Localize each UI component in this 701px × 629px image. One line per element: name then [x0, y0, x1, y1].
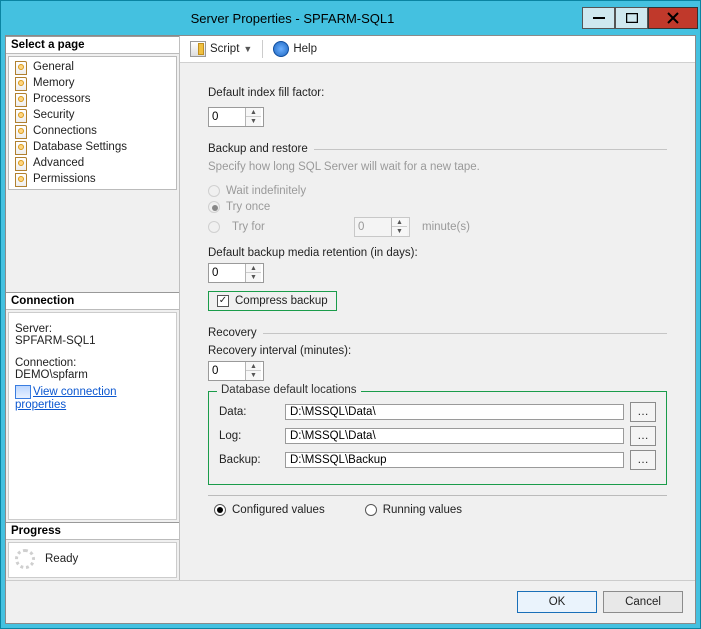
page-item-general[interactable]: General [11, 59, 174, 75]
spin-down-icon[interactable]: ▼ [246, 273, 261, 282]
data-label: Data: [219, 406, 279, 418]
titlebar[interactable]: Server Properties - SPFARM-SQL1 [3, 3, 698, 33]
connection-label: Connection: [15, 351, 170, 369]
page-item-processors[interactable]: Processors [11, 91, 174, 107]
recovery-spin[interactable]: ▲▼ [245, 362, 261, 380]
connection-header: Connection [6, 292, 179, 310]
db-default-locations-group: Database default locations Data: … Log: … [208, 391, 667, 485]
try-for-input: ▲▼ [354, 217, 410, 237]
fill-spin[interactable]: ▲▼ [245, 108, 261, 126]
connection-value: DEMO\spfarm [15, 369, 170, 385]
checkbox-icon: ✓ [217, 295, 229, 307]
page-icon [13, 124, 29, 138]
configured-values-radio[interactable]: Configured values [214, 504, 325, 516]
backup-hint: Specify how long SQL Server will wait fo… [208, 161, 667, 173]
try-once-radio: Try once [208, 199, 667, 215]
wait-indefinitely-radio: Wait indefinitely [208, 183, 667, 199]
retention-label: Default backup media retention (in days)… [208, 247, 667, 259]
fill-factor-field[interactable] [209, 108, 245, 126]
radio-icon [208, 221, 220, 233]
dialog-footer: OK Cancel [6, 581, 695, 623]
recovery-interval-field[interactable] [209, 362, 245, 380]
page-item-advanced[interactable]: Advanced [11, 155, 174, 171]
script-button[interactable]: Script▼ [186, 39, 256, 59]
try-for-field [355, 218, 391, 236]
spin-down-icon: ▼ [392, 227, 407, 236]
radio-icon [208, 185, 220, 197]
recovery-header: Recovery [208, 327, 257, 339]
help-button[interactable]: Help [269, 39, 321, 59]
page-item-permissions[interactable]: Permissions [11, 171, 174, 187]
spin-down-icon[interactable]: ▼ [246, 117, 261, 126]
dialog-body: Select a page General Memory Processors … [5, 35, 696, 624]
spin-up-icon[interactable]: ▲ [246, 108, 261, 117]
page-icon [13, 108, 29, 122]
content-pane: Script▼ Help Default index fill factor: … [180, 36, 695, 580]
backup-browse-button[interactable]: … [630, 450, 656, 470]
server-value: SPFARM-SQL1 [15, 335, 170, 351]
fill-factor-label: Default index fill factor: [208, 87, 667, 99]
caret-down-icon: ▼ [243, 44, 252, 54]
page-item-database-settings[interactable]: Database Settings [11, 139, 174, 155]
page-item-memory[interactable]: Memory [11, 75, 174, 91]
script-icon [190, 41, 206, 57]
sidebar: Select a page General Memory Processors … [6, 36, 180, 580]
progress-header: Progress [6, 522, 179, 540]
radio-icon [214, 504, 226, 516]
data-path-input[interactable] [285, 404, 624, 420]
toolbar-separator [262, 40, 263, 58]
progress-value: Ready [45, 553, 78, 565]
try-for-radio: Try for ▲▼ minute(s) [208, 215, 667, 239]
running-values-radio[interactable]: Running values [365, 504, 462, 516]
spin-down-icon[interactable]: ▼ [246, 371, 261, 380]
radio-icon [365, 504, 377, 516]
page-icon [13, 140, 29, 154]
retention-field[interactable] [209, 264, 245, 282]
ok-button[interactable]: OK [517, 591, 597, 613]
progress-section: Ready [8, 542, 177, 578]
page-icon [13, 156, 29, 170]
spin-up-icon: ▲ [392, 218, 407, 227]
backup-path-input[interactable] [285, 452, 624, 468]
page-icon [13, 76, 29, 90]
values-radio-group: Configured values Running values [208, 495, 667, 516]
log-label: Log: [219, 430, 279, 442]
connection-section: Server: SPFARM-SQL1 Connection: DEMO\spf… [8, 312, 177, 520]
recovery-interval-label: Recovery interval (minutes): [208, 345, 667, 357]
fill-factor-input[interactable]: ▲▼ [208, 107, 264, 127]
maximize-button[interactable] [615, 7, 648, 29]
close-button[interactable] [648, 7, 698, 29]
compress-backup-checkbox[interactable]: ✓ Compress backup [208, 291, 337, 311]
page-icon [13, 92, 29, 106]
backup-restore-header: Backup and restore [208, 143, 308, 155]
data-browse-button[interactable]: … [630, 402, 656, 422]
help-icon [273, 41, 289, 57]
link-icon [15, 385, 31, 399]
radio-icon [208, 201, 220, 213]
minimize-button[interactable] [582, 7, 615, 29]
page-item-security[interactable]: Security [11, 107, 174, 123]
recovery-interval-input[interactable]: ▲▼ [208, 361, 264, 381]
spin-up-icon[interactable]: ▲ [246, 264, 261, 273]
window-controls [582, 7, 698, 29]
log-browse-button[interactable]: … [630, 426, 656, 446]
log-path-input[interactable] [285, 428, 624, 444]
page-icon [13, 172, 29, 186]
page-list: General Memory Processors Security Conne… [8, 56, 177, 190]
backup-label: Backup: [219, 454, 279, 466]
page-icon [13, 60, 29, 74]
window-frame: Server Properties - SPFARM-SQL1 Select a… [0, 0, 701, 629]
retention-spin[interactable]: ▲▼ [245, 264, 261, 282]
select-page-header: Select a page [6, 36, 179, 54]
server-label: Server: [15, 317, 170, 335]
spinner-icon [15, 549, 35, 569]
db-locations-legend: Database default locations [217, 384, 361, 396]
window-title: Server Properties - SPFARM-SQL1 [3, 11, 582, 26]
spin-up-icon[interactable]: ▲ [246, 362, 261, 371]
cancel-button[interactable]: Cancel [603, 591, 683, 613]
page-item-connections[interactable]: Connections [11, 123, 174, 139]
retention-input[interactable]: ▲▼ [208, 263, 264, 283]
try-for-spin: ▲▼ [391, 218, 407, 236]
toolbar: Script▼ Help [180, 36, 695, 63]
